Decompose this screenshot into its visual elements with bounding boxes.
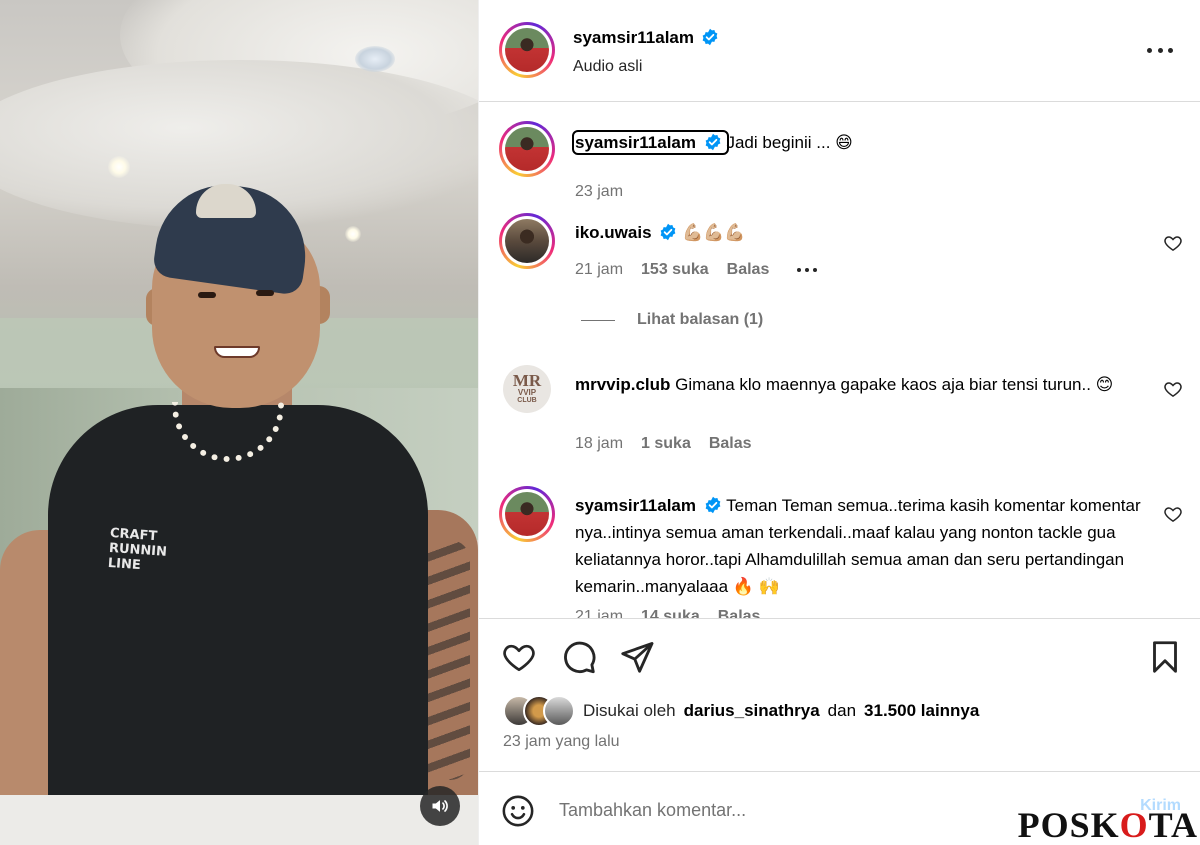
likes-count[interactable]: 31.500 lainnya: [864, 701, 979, 721]
person-shirt: [48, 405, 428, 825]
comment-input[interactable]: [559, 794, 1079, 826]
comment-text: Gimana klo maennya gapake kaos aja biar …: [675, 375, 1114, 394]
comment-bubble-icon[interactable]: [561, 639, 597, 675]
bookmark-icon[interactable]: [1147, 639, 1183, 675]
paper-plane-icon[interactable]: [619, 639, 655, 675]
verified-badge-icon: [705, 496, 721, 514]
avatar-logo-text: MR: [512, 371, 542, 390]
heart-icon[interactable]: [501, 639, 537, 675]
comments-list[interactable]: syamsir11alam Jadi beginii ... 😄 23 jam …: [479, 103, 1200, 618]
comment-time[interactable]: 18 jam: [575, 435, 623, 453]
caption-username[interactable]: syamsir11alam: [575, 133, 696, 152]
verified-badge-icon: [660, 223, 676, 241]
shirt-print: CRAFT RUNNIN LINE: [107, 525, 168, 574]
commenter-avatar[interactable]: [499, 213, 555, 269]
comment-text: 💪🏼💪🏼💪🏼: [682, 223, 746, 243]
speaker-icon: [432, 800, 448, 812]
smiley-icon[interactable]: [501, 794, 535, 828]
post-header: syamsir11alam Audio asli: [479, 0, 1200, 102]
comment-like-heart-icon[interactable]: [1163, 379, 1183, 399]
caption-text: Jadi beginii ... 😄: [726, 133, 853, 152]
commenter-username[interactable]: mrvvip.club: [575, 375, 670, 394]
verified-badge-icon: [703, 28, 718, 46]
liker-username[interactable]: darius_sinathrya: [684, 701, 820, 721]
comment-more-icon[interactable]: [797, 268, 818, 272]
view-replies-label: Lihat balasan (1): [637, 311, 764, 328]
comment-time[interactable]: 21 jam: [575, 608, 623, 618]
liker-avatar: [543, 695, 575, 727]
person-eye: [256, 290, 274, 296]
comment-like-count[interactable]: 14 suka: [641, 608, 700, 618]
view-replies-button[interactable]: Lihat balasan (1): [581, 311, 763, 329]
comment-time[interactable]: 21 jam: [575, 261, 623, 279]
commenter-username[interactable]: iko.uwais: [575, 223, 652, 242]
reel-video[interactable]: CRAFT RUNNIN LINE: [0, 0, 478, 845]
replies-divider: [581, 319, 615, 321]
likes-prefix: Disukai oleh: [583, 701, 676, 720]
reply-button[interactable]: Balas: [718, 608, 761, 618]
more-options-icon[interactable]: [1147, 40, 1173, 60]
commenter-avatar[interactable]: MR VVIP CLUB: [503, 365, 551, 413]
liker-avatars[interactable]: [503, 695, 575, 727]
reply-button[interactable]: Balas: [709, 435, 752, 453]
post-time-ago[interactable]: 23 jam yang lalu: [503, 733, 620, 751]
likes-middle: dan: [827, 701, 857, 720]
avatar-logo-text: VVIP: [517, 388, 537, 397]
commenter-avatar[interactable]: [499, 486, 555, 542]
commenter-username[interactable]: syamsir11alam: [575, 496, 696, 515]
sound-toggle-button[interactable]: [420, 786, 460, 826]
comment-like-heart-icon[interactable]: [1163, 233, 1183, 253]
reply-button[interactable]: Balas: [727, 261, 770, 279]
table-edge: [0, 795, 478, 845]
verified-badge-icon: [705, 133, 721, 151]
poskota-watermark: POSKOTA: [1017, 805, 1198, 845]
person-in-video: CRAFT RUNNIN LINE: [0, 0, 478, 845]
likes-summary: Disukai oleh darius_sinathrya dan 31.500…: [503, 695, 979, 727]
author-avatar[interactable]: [499, 121, 555, 177]
person-smile: [214, 346, 260, 358]
person-eye: [198, 292, 216, 298]
post-side-panel: syamsir11alam Audio asli syamsir11alam J…: [478, 0, 1200, 845]
avatar-logo-text: CLUB: [517, 397, 537, 404]
audio-label[interactable]: Audio asli: [573, 58, 642, 76]
comment-like-count[interactable]: 1 suka: [641, 435, 691, 453]
caption-time[interactable]: 23 jam: [575, 183, 623, 201]
comment-like-count[interactable]: 153 suka: [641, 261, 709, 279]
comment-like-heart-icon[interactable]: [1163, 504, 1183, 524]
author-username[interactable]: syamsir11alam: [573, 28, 694, 47]
author-avatar[interactable]: [499, 22, 555, 78]
